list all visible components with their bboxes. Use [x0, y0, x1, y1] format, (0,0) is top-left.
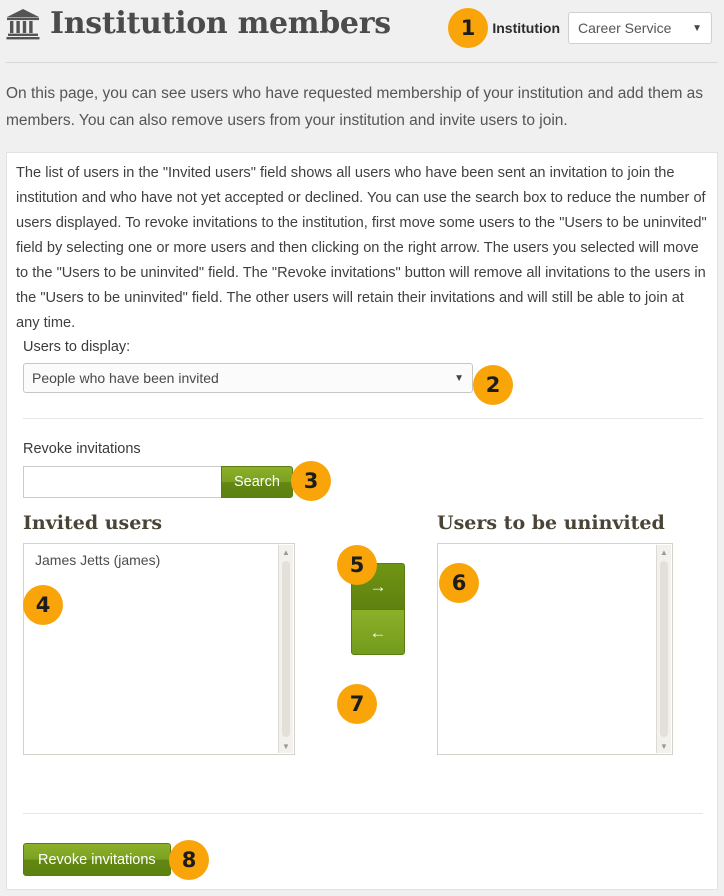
search-input[interactable] — [23, 466, 221, 498]
callout-badge-3: 3 — [291, 461, 331, 501]
section-divider-bottom — [23, 813, 703, 814]
scrollbar[interactable]: ▲ ▼ — [656, 545, 671, 753]
scrollbar-thumb[interactable] — [660, 561, 668, 737]
callout-badge-2: 2 — [473, 365, 513, 405]
callout-badge-7: 7 — [337, 684, 377, 724]
users-to-display-value: People who have been invited — [32, 370, 219, 386]
institution-select[interactable]: Career Service ▼ — [568, 12, 712, 44]
callout-badge-5: 5 — [337, 545, 377, 585]
callout-badge-6: 6 — [439, 563, 479, 603]
search-row: Search — [23, 466, 293, 498]
move-left-button[interactable]: ← — [351, 609, 405, 655]
scroll-down-icon[interactable]: ▼ — [279, 739, 293, 753]
scrollbar[interactable]: ▲ ▼ — [278, 545, 293, 753]
panel-description: The list of users in the "Invited users"… — [16, 165, 707, 331]
header-divider — [6, 62, 718, 63]
invited-users-heading: Invited users — [23, 512, 163, 534]
scroll-down-icon[interactable]: ▼ — [657, 739, 671, 753]
scroll-up-icon[interactable]: ▲ — [657, 545, 671, 559]
users-to-display-select[interactable]: People who have been invited ▼ — [23, 363, 473, 393]
scroll-up-icon[interactable]: ▲ — [279, 545, 293, 559]
invited-users-listbox[interactable]: James Jetts (james) ▲ ▼ — [23, 543, 295, 755]
invited-users-column: Invited users James Jetts (james) ▲ ▼ — [23, 513, 295, 755]
users-to-display-group: Users to display: People who have been i… — [23, 339, 473, 393]
revoke-invitations-label: Revoke invitations — [23, 441, 141, 457]
users-to-display-label: Users to display: — [23, 339, 131, 355]
chevron-down-icon: ▼ — [454, 372, 464, 384]
callout-badge-8: 8 — [169, 840, 209, 880]
page-title: Institution members — [6, 6, 391, 41]
institution-selector-group: Institution Career Service ▼ — [492, 12, 712, 44]
uninvited-users-column: Users to be uninvited ▲ ▼ — [437, 513, 673, 755]
institution-select-value: Career Service — [578, 20, 672, 36]
callout-badge-4: 4 — [23, 585, 63, 625]
chevron-down-icon: ▼ — [692, 22, 702, 34]
page-header: Institution members Institution Career S… — [0, 0, 724, 63]
scrollbar-thumb[interactable] — [282, 561, 290, 737]
submit-group: Revoke invitations — [23, 843, 171, 876]
intro-text: On this page, you can see users who have… — [6, 85, 704, 129]
page-title-text: Institution members — [50, 6, 391, 41]
revoke-invitations-button[interactable]: Revoke invitations — [23, 843, 171, 876]
uninvited-users-heading: Users to be uninvited — [437, 512, 665, 534]
bank-institution-icon — [6, 8, 40, 39]
main-panel: The list of users in the "Invited users"… — [6, 152, 718, 890]
revoke-search-group: Revoke invitations Search — [23, 441, 293, 498]
callout-badge-1: 1 — [448, 8, 488, 48]
list-item[interactable]: James Jetts (james) — [24, 544, 294, 569]
search-button[interactable]: Search — [221, 466, 293, 498]
institution-label: Institution — [492, 20, 560, 36]
section-divider-top — [23, 418, 703, 419]
